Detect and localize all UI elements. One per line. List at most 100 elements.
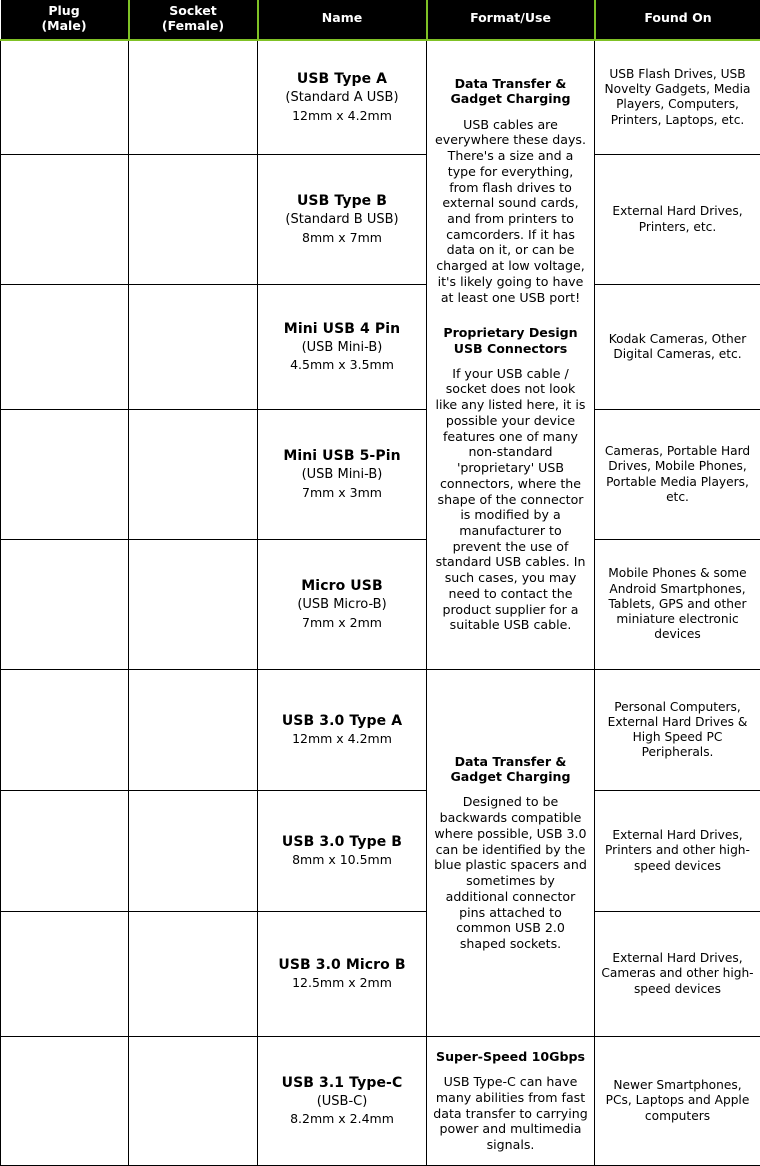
found-on-text: External Hard Drives, Printers, etc. xyxy=(601,204,754,235)
format-use-cell-usb31: Super-Speed 10Gbps USB Type-C can have m… xyxy=(427,1037,595,1166)
socket-photo-usb-type-b xyxy=(129,155,258,285)
found-on-cell-mini-usb-5-pin: Cameras, Portable Hard Drives, Mobile Ph… xyxy=(595,410,760,540)
format-use-body: USB Type-C can have many abilities from … xyxy=(433,1074,588,1153)
found-on-cell-usb-30-type-a: Personal Computers, External Hard Drives… xyxy=(595,670,760,791)
connector-alt-name: (USB Mini-B) xyxy=(264,340,420,357)
connector-dimensions: 8mm x 7mm xyxy=(264,230,420,246)
found-on-cell-usb-type-a: USB Flash Drives, USB Novelty Gadgets, M… xyxy=(595,40,760,155)
column-header-plug-male: Plug (Male) xyxy=(1,0,129,40)
header-socket-line2: (Female) xyxy=(132,19,255,34)
format-use-body-2: If your USB cable / socket does not look… xyxy=(433,366,588,633)
header-plug-line1: Plug xyxy=(48,3,79,18)
connector-dimensions: 4.5mm x 3.5mm xyxy=(264,357,420,373)
connector-name: Mini USB 4 Pin xyxy=(264,321,420,339)
plug-photo-usb-31-type-c xyxy=(1,1037,129,1166)
name-cell-usb-type-b: USB Type B (Standard B USB) 8mm x 7mm xyxy=(258,155,427,285)
table-row: ⟜ Micro USB (USB Micro-B) 7mm x 2mm Mobi… xyxy=(1,540,760,670)
connector-name: Micro USB xyxy=(264,578,420,596)
plug-photo-usb-30-micro-b: ⟜ xyxy=(1,912,129,1037)
column-header-found-on: Found On xyxy=(595,0,760,40)
found-on-text: USB Flash Drives, USB Novelty Gadgets, M… xyxy=(601,67,754,128)
column-header-name: Name xyxy=(258,0,427,40)
found-on-cell-usb-30-micro-b: External Hard Drives, Cameras and other … xyxy=(595,912,760,1037)
connector-dimensions: 8mm x 10.5mm xyxy=(264,852,420,868)
found-on-cell-mini-usb-4-pin: Kodak Cameras, Other Digital Cameras, et… xyxy=(595,285,760,410)
socket-photo-usb-type-a xyxy=(129,40,258,155)
socket-photo-mini-usb-4-pin xyxy=(129,285,258,410)
found-on-text: Newer Smartphones, PCs, Laptops and Appl… xyxy=(601,1078,754,1124)
plug-photo-mini-usb-5-pin: ⟜ xyxy=(1,410,129,540)
connector-dimensions: 7mm x 3mm xyxy=(264,485,420,501)
connector-dimensions: 12mm x 4.2mm xyxy=(264,108,420,124)
found-on-text: Kodak Cameras, Other Digital Cameras, et… xyxy=(601,332,754,363)
connector-dimensions: 8.2mm x 2.4mm xyxy=(264,1111,420,1127)
format-use-heading: Data Transfer & Gadget Charging xyxy=(433,754,588,784)
found-on-cell-usb-type-b: External Hard Drives, Printers, etc. xyxy=(595,155,760,285)
table-row: Mini USB 4 Pin (USB Mini-B) 4.5mm x 3.5m… xyxy=(1,285,760,410)
header-plug-line2: (Male) xyxy=(3,19,126,34)
header-socket-line1: Socket xyxy=(169,3,216,18)
usb-connector-table: Plug (Male) Socket (Female) Name Format/… xyxy=(0,0,760,1166)
header-row: Plug (Male) Socket (Female) Name Format/… xyxy=(1,0,760,40)
connector-dimensions: 12.5mm x 2mm xyxy=(264,975,420,991)
table-row: USB Type B (Standard B USB) 8mm x 7mm Ex… xyxy=(1,155,760,285)
format-use-heading: Super-Speed 10Gbps xyxy=(433,1049,588,1064)
name-cell-mini-usb-5-pin: Mini USB 5-Pin (USB Mini-B) 7mm x 3mm xyxy=(258,410,427,540)
found-on-cell-micro-usb: Mobile Phones & some Android Smartphones… xyxy=(595,540,760,670)
found-on-text: Mobile Phones & some Android Smartphones… xyxy=(601,566,754,642)
table-row: USB 3.0 USB 3.0 Type B 8mm x 10.5mm Exte… xyxy=(1,791,760,912)
socket-photo-usb-31-type-c: USB 3.1 xyxy=(129,1037,258,1166)
connector-alt-name: (Standard A USB) xyxy=(264,90,420,107)
table-row: ⟜ Mini USB 5-Pin (USB Mini-B) 7mm x 3mm … xyxy=(1,410,760,540)
plug-photo-mini-usb-4-pin xyxy=(1,285,129,410)
plug-photo-usb-type-b xyxy=(1,155,129,285)
connector-name: USB 3.0 Type B xyxy=(264,834,420,852)
found-on-text: External Hard Drives, Cameras and other … xyxy=(601,951,754,997)
found-on-cell-usb-30-type-b: External Hard Drives, Printers and other… xyxy=(595,791,760,912)
name-cell-micro-usb: Micro USB (USB Micro-B) 7mm x 2mm xyxy=(258,540,427,670)
format-use-body: USB cables are everywhere these days. Th… xyxy=(433,117,588,306)
found-on-text: Personal Computers, External Hard Drives… xyxy=(601,700,754,761)
connector-name: USB 3.0 Type A xyxy=(264,713,420,731)
found-on-cell-usb-31-type-c: Newer Smartphones, PCs, Laptops and Appl… xyxy=(595,1037,760,1166)
name-cell-usb-31-type-c: USB 3.1 Type-C (USB-C) 8.2mm x 2.4mm xyxy=(258,1037,427,1166)
found-on-text: Cameras, Portable Hard Drives, Mobile Ph… xyxy=(601,444,754,505)
name-cell-mini-usb-4-pin: Mini USB 4 Pin (USB Mini-B) 4.5mm x 3.5m… xyxy=(258,285,427,410)
header-name-line1: Name xyxy=(322,10,362,25)
table-row: ⟜ USB 3.0 USB 3.0 Type A 12mm x 4.2mm Da… xyxy=(1,670,760,791)
format-use-cell-usb2: Data Transfer & Gadget Charging USB cabl… xyxy=(427,40,595,670)
header-formatuse-line1: Format/Use xyxy=(470,10,551,25)
connector-alt-name: (USB-C) xyxy=(264,1094,420,1111)
connector-alt-name: (Standard B USB) xyxy=(264,212,420,229)
socket-photo-micro-usb xyxy=(129,540,258,670)
plug-photo-usb-30-type-b xyxy=(1,791,129,912)
table-row: USB 3.1 USB 3.1 Type-C (USB-C) 8.2mm x 2… xyxy=(1,1037,760,1166)
socket-photo-usb-30-type-b: USB 3.0 xyxy=(129,791,258,912)
connector-dimensions: 7mm x 2mm xyxy=(264,615,420,631)
socket-photo-usb-30-type-a: USB 3.0 xyxy=(129,670,258,791)
table-body: USB Type A (Standard A USB) 12mm x 4.2mm… xyxy=(1,40,760,1166)
plug-photo-micro-usb: ⟜ xyxy=(1,540,129,670)
name-cell-usb-30-micro-b: USB 3.0 Micro B 12.5mm x 2mm xyxy=(258,912,427,1037)
column-header-socket-female: Socket (Female) xyxy=(129,0,258,40)
connector-name: USB 3.1 Type-C xyxy=(264,1075,420,1093)
name-cell-usb-type-a: USB Type A (Standard A USB) 12mm x 4.2mm xyxy=(258,40,427,155)
socket-photo-mini-usb-5-pin xyxy=(129,410,258,540)
connector-dimensions: 12mm x 4.2mm xyxy=(264,731,420,747)
name-cell-usb-30-type-b: USB 3.0 Type B 8mm x 10.5mm xyxy=(258,791,427,912)
connector-name: Mini USB 5-Pin xyxy=(264,448,420,466)
plug-photo-usb-type-a xyxy=(1,40,129,155)
plug-photo-usb-30-type-a: ⟜ xyxy=(1,670,129,791)
format-use-heading-2: Proprietary Design USB Connectors xyxy=(433,325,588,355)
found-on-text: External Hard Drives, Printers and other… xyxy=(601,828,754,874)
socket-photo-usb-30-micro-b: ⟜ xyxy=(129,912,258,1037)
name-cell-usb-30-type-a: USB 3.0 Type A 12mm x 4.2mm xyxy=(258,670,427,791)
table-row: USB Type A (Standard A USB) 12mm x 4.2mm… xyxy=(1,40,760,155)
header-foundon-line1: Found On xyxy=(644,10,711,25)
connector-alt-name: (USB Micro-B) xyxy=(264,597,420,614)
connector-name: USB Type A xyxy=(264,71,420,89)
format-use-cell-usb3: Data Transfer & Gadget Charging Designed… xyxy=(427,670,595,1037)
connector-name: USB Type B xyxy=(264,193,420,211)
connector-alt-name: (USB Mini-B) xyxy=(264,467,420,484)
column-header-format-use: Format/Use xyxy=(427,0,595,40)
